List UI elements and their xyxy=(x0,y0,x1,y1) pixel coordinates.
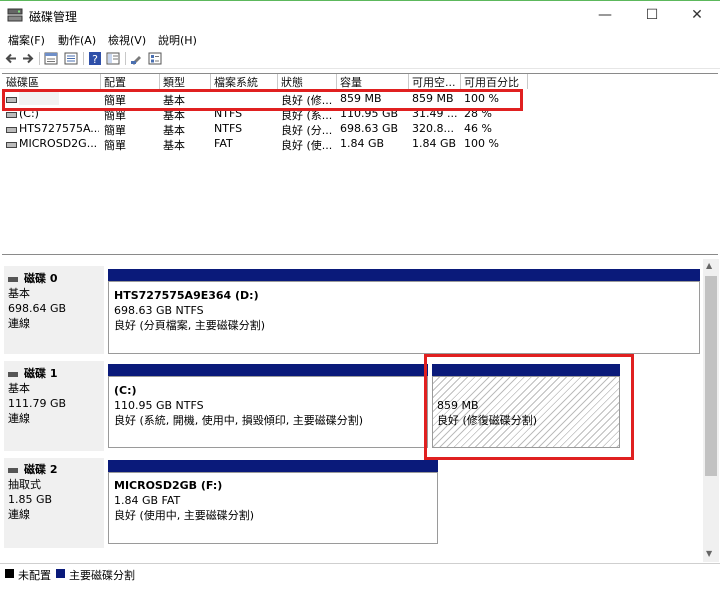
partition-status: 良好 (系統, 開機, 使用中, 損毀傾印, 主要磁碟分割) xyxy=(114,414,364,427)
help-icon[interactable]: ? xyxy=(88,52,102,65)
partition-title: MICROSD2GB (F:) xyxy=(114,479,223,492)
legend-swatch-primary xyxy=(56,569,65,578)
maximize-button[interactable]: ☐ xyxy=(629,0,675,30)
column-header-status[interactable]: 狀態 xyxy=(281,74,335,88)
legend-primary-partition: 主要磁碟分割 xyxy=(69,569,135,582)
highlight-box-volume-row xyxy=(2,89,523,111)
partition-detail: 110.95 GB NTFS xyxy=(114,399,204,412)
highlight-box-recovery-partition xyxy=(424,354,634,460)
partition-status: 良好 (分頁檔案, 主要磁碟分割) xyxy=(114,319,266,332)
minimize-icon: — xyxy=(598,7,612,23)
partition-bar xyxy=(108,269,700,281)
scroll-up-icon[interactable]: ▲ xyxy=(706,261,712,270)
forward-arrow-icon[interactable] xyxy=(21,52,35,65)
column-separator[interactable] xyxy=(159,74,160,89)
toolbar-separator xyxy=(39,52,40,65)
scroll-down-icon[interactable]: ▼ xyxy=(706,549,712,558)
settings-list-icon[interactable] xyxy=(148,52,162,65)
disk-edit-icon[interactable] xyxy=(130,52,144,65)
column-header-filesystem[interactable]: 檔案系統 xyxy=(214,74,276,88)
cell-free-space: 1.84 GB xyxy=(412,137,457,150)
partition-status: 良好 (使用中, 主要磁碟分割) xyxy=(114,509,255,522)
close-button[interactable]: ✕ xyxy=(674,0,720,30)
column-separator[interactable] xyxy=(336,74,337,89)
volume-icon xyxy=(6,142,17,148)
disk-0-state: 連線 xyxy=(8,317,30,330)
column-header-layout[interactable]: 配置 xyxy=(104,74,158,88)
disk-1-name: 磁碟 1 xyxy=(24,367,58,380)
window-title: 磁碟管理 xyxy=(29,10,78,24)
minimize-button[interactable]: — xyxy=(582,0,628,30)
cell-layout: 簡單 xyxy=(104,124,126,136)
partition-detail: 1.84 GB FAT xyxy=(114,494,181,507)
column-separator[interactable] xyxy=(100,74,101,89)
legend-unallocated: 未配置 xyxy=(18,569,51,582)
partition-bar xyxy=(108,364,428,376)
disk-2-name: 磁碟 2 xyxy=(24,463,58,476)
column-header-volume[interactable]: 磁碟區 xyxy=(6,74,98,88)
column-separator[interactable] xyxy=(527,74,528,89)
menu-file[interactable]: 檔案(F) xyxy=(8,32,45,48)
cell-status: 良好 (分... xyxy=(281,124,333,136)
column-header-capacity[interactable]: 容量 xyxy=(340,74,404,88)
cell-type: 基本 xyxy=(163,139,185,151)
disk-0-name: 磁碟 0 xyxy=(24,272,58,285)
cell-capacity: 698.63 GB xyxy=(340,122,399,135)
column-separator[interactable] xyxy=(408,74,409,89)
toolbar-separator xyxy=(83,52,84,65)
partition-detail: 698.63 GB NTFS xyxy=(114,304,204,317)
disk-1-state: 連線 xyxy=(8,412,30,425)
cell-volume: HTS727575A... xyxy=(19,122,99,135)
partition-title: (C:) xyxy=(114,384,137,397)
disk-0-kind: 基本 xyxy=(8,287,30,300)
disk-icon xyxy=(8,277,18,282)
disk-0-size: 698.64 GB xyxy=(8,302,67,315)
disk-2-size: 1.85 GB xyxy=(8,493,53,506)
disk-1-kind: 基本 xyxy=(8,382,30,395)
cell-type: 基本 xyxy=(163,124,185,136)
partition-bar xyxy=(108,460,438,472)
svg-text:?: ? xyxy=(92,53,98,65)
properties-icon[interactable] xyxy=(44,52,58,65)
cell-capacity: 1.84 GB xyxy=(340,137,385,150)
column-separator[interactable] xyxy=(460,74,461,89)
menu-view[interactable]: 檢視(V) xyxy=(108,32,146,48)
disk-2-state: 連線 xyxy=(8,508,30,521)
volume-icon xyxy=(6,127,17,133)
cell-filesystem: NTFS xyxy=(214,122,243,135)
back-arrow-icon[interactable] xyxy=(4,52,18,65)
disk-1-size: 111.79 GB xyxy=(8,397,67,410)
console-tree-icon[interactable] xyxy=(106,52,120,65)
list-view-icon[interactable] xyxy=(64,52,78,65)
column-header-free-space[interactable]: 可用空... xyxy=(412,74,458,88)
cell-percent-free: 100 % xyxy=(464,137,499,150)
disk-icon xyxy=(8,372,18,377)
partition-title: HTS727575A9E364 (D:) xyxy=(114,289,259,302)
menu-help[interactable]: 說明(H) xyxy=(158,32,197,48)
cell-status: 良好 (使... xyxy=(281,139,333,151)
scrollbar-thumb[interactable] xyxy=(705,276,717,476)
disk-management-icon xyxy=(7,8,23,22)
cell-volume: MICROSD2G... xyxy=(19,137,98,150)
disk-icon xyxy=(8,468,18,473)
maximize-icon: ☐ xyxy=(645,7,659,23)
column-header-type[interactable]: 類型 xyxy=(163,74,209,88)
cell-free-space: 320.8... xyxy=(412,122,454,135)
cell-filesystem: FAT xyxy=(214,137,233,150)
cell-layout: 簡單 xyxy=(104,139,126,151)
column-separator[interactable] xyxy=(210,74,211,89)
volume-icon xyxy=(6,112,17,118)
menu-action[interactable]: 動作(A) xyxy=(58,32,96,48)
legend-swatch-unallocated xyxy=(5,569,14,578)
close-icon: ✕ xyxy=(691,7,703,23)
disk-2-kind: 抽取式 xyxy=(8,478,41,491)
column-header-percent-free[interactable]: 可用百分比 xyxy=(464,74,526,88)
cell-percent-free: 46 % xyxy=(464,122,492,135)
column-separator[interactable] xyxy=(277,74,278,89)
toolbar-separator xyxy=(125,52,126,65)
